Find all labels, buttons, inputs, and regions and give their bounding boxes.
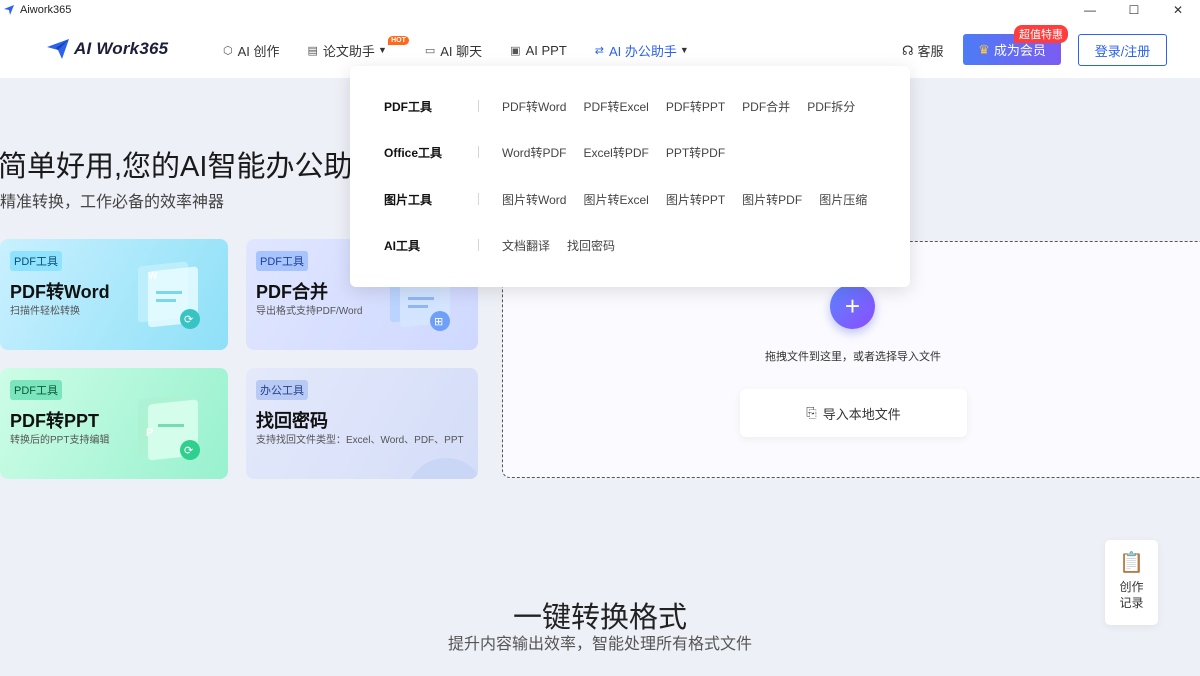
doc-icon: ▤ xyxy=(307,44,318,57)
menu-item[interactable]: PDF转Word xyxy=(502,98,566,115)
hero-title: 简单好用,您的AI智能办公助 xyxy=(0,151,353,183)
svg-text:P: P xyxy=(146,427,153,439)
nav-label: AI 办公助手 xyxy=(608,43,677,59)
dropdown-row-pdf: PDF工具 PDF转Word PDF转Excel PDF转PPT PDF合并 P… xyxy=(350,96,910,116)
card-title: 找回密码 xyxy=(256,411,328,431)
group-title: 图片工具 xyxy=(384,192,433,207)
svg-text:W: W xyxy=(148,271,158,282)
file-import-icon: ⎘ xyxy=(806,405,817,420)
window-title: Aiwork365 xyxy=(20,4,72,16)
card-tag: PDF工具 xyxy=(10,380,62,400)
card-tag: 办公工具 xyxy=(256,380,308,400)
import-label: 导入本地文件 xyxy=(822,406,901,422)
section-subtitle: 提升内容输出效率，智能处理所有格式文件 xyxy=(447,636,752,653)
chat-icon: ▭ xyxy=(424,44,436,57)
divider xyxy=(478,193,479,205)
hot-badge: HOT xyxy=(388,35,409,45)
svg-text:⊞: ⊞ xyxy=(434,316,443,328)
card-title: PDF转Word xyxy=(10,282,110,302)
menu-item[interactable]: PDF转Excel xyxy=(583,98,648,115)
menu-item[interactable]: PDF合并 xyxy=(742,98,790,115)
support-label: 客服 xyxy=(917,44,944,59)
svg-text:⟳: ⟳ xyxy=(184,445,193,457)
swap-icon: ⇄ xyxy=(594,44,604,57)
nav-label: 论文助手 xyxy=(322,43,375,59)
tool-card-pdf-to-ppt[interactable]: PDF工具 PDF转PPT 转换后的PPT支持编辑 P ⟳ xyxy=(0,368,228,479)
hero-subtitle: 精准转换，工作必备的效率神器 xyxy=(0,194,225,211)
ppt-document-icon: P ⟳ xyxy=(138,394,200,461)
divider xyxy=(478,239,479,251)
menu-item[interactable]: Word转PDF xyxy=(502,144,566,161)
nav-label: AI PPT xyxy=(525,42,567,58)
menu-item[interactable]: 图片转Excel xyxy=(583,191,648,208)
menu-item[interactable]: PDF转PPT xyxy=(666,98,725,115)
svg-text:⟳: ⟳ xyxy=(184,314,193,326)
card-desc: 扫描件轻松转换 xyxy=(10,306,80,317)
menu-item[interactable]: 图片转Word xyxy=(502,191,566,208)
tool-card-password-recovery[interactable]: 办公工具 找回密码 支持找回文件类型：Excel、Word、PDF、PPT xyxy=(246,368,478,479)
menu-item[interactable]: 找回密码 xyxy=(567,237,615,254)
menu-item[interactable]: 图片转PPT xyxy=(666,191,725,208)
card-desc: 转换后的PPT支持编辑 xyxy=(10,435,110,446)
cube-icon: ⬡ xyxy=(223,44,233,57)
dropdown-row-image: 图片工具 图片转Word 图片转Excel 图片转PPT 图片转PDF 图片压缩 xyxy=(350,189,910,209)
menu-item[interactable]: Excel转PDF xyxy=(583,144,648,161)
drop-hint: 拖拽文件到这里，或者选择导入文件 xyxy=(765,351,941,363)
divider xyxy=(478,146,479,158)
login-register-button[interactable]: 登录/注册 xyxy=(1078,34,1167,66)
card-tag: PDF工具 xyxy=(10,251,62,271)
add-file-button[interactable]: + xyxy=(830,284,875,329)
card-title: PDF合并 xyxy=(256,282,328,302)
plus-icon: + xyxy=(844,291,861,321)
import-local-file-button[interactable]: ⎘ 导入本地文件 xyxy=(740,389,967,437)
close-button[interactable]: ✕ xyxy=(1156,0,1200,20)
crown-icon: ♛ xyxy=(978,41,990,57)
window-titlebar: Aiwork365 — ☐ ✕ xyxy=(0,0,1200,20)
nav-label: AI 创作 xyxy=(237,43,280,59)
support-link[interactable]: ☊ 客服 xyxy=(902,41,944,60)
app-logo-icon xyxy=(4,5,14,15)
menu-item[interactable]: 文档翻译 xyxy=(502,237,550,254)
group-title: PDF工具 xyxy=(384,99,433,114)
nav-ai-office[interactable]: ⇄ AI 办公助手 ▼ xyxy=(595,41,689,60)
tool-card-pdf-to-word[interactable]: PDF工具 PDF转Word 扫描件轻松转换 W ⟳ xyxy=(0,239,228,350)
maximize-button[interactable]: ☐ xyxy=(1112,0,1156,20)
clipboard-icon: 📋 xyxy=(1119,552,1144,574)
card-title: PDF转PPT xyxy=(10,411,100,431)
card-tag: PDF工具 xyxy=(256,251,308,271)
nav-ai-chat[interactable]: ▭ AI 聊天 xyxy=(425,41,482,60)
divider xyxy=(478,100,479,112)
card-desc: 支持找回文件类型：Excel、Word、PDF、PPT xyxy=(256,435,464,446)
dropdown-row-ai: AI工具 文档翻译 找回密码 xyxy=(350,235,910,255)
headset-icon: ☊ xyxy=(902,42,914,58)
chevron-down-icon: ▼ xyxy=(679,45,689,55)
main-nav: ⬡ AI 创作 ▤ 论文助手 ▼ HOT ▭ AI 聊天 ▣ AI PPT ⇄ … xyxy=(223,35,717,60)
menu-item[interactable]: PPT转PDF xyxy=(666,144,725,161)
nav-ai-create[interactable]: ⬡ AI 创作 xyxy=(223,41,280,60)
nav-paper-assistant[interactable]: ▤ 论文助手 ▼ HOT xyxy=(307,35,409,60)
word-document-icon: W ⟳ xyxy=(138,261,200,329)
logo-text: AI Work365 xyxy=(74,39,169,58)
decorative-circle xyxy=(410,458,478,479)
group-title: AI工具 xyxy=(384,238,421,253)
group-title: Office工具 xyxy=(384,145,443,160)
dropdown-row-office: Office工具 Word转PDF Excel转PDF PPT转PDF xyxy=(350,142,910,162)
site-logo[interactable]: AI Work365 xyxy=(46,37,168,61)
chevron-down-icon: ▼ xyxy=(377,45,387,55)
menu-item[interactable]: 图片压缩 xyxy=(819,191,867,208)
nav-ai-ppt[interactable]: ▣ AI PPT xyxy=(510,43,567,58)
logo-icon xyxy=(47,39,69,59)
ppt-icon: ▣ xyxy=(510,44,521,57)
menu-item[interactable]: 图片转PDF xyxy=(742,191,802,208)
nav-label: AI 聊天 xyxy=(440,43,483,59)
minimize-button[interactable]: — xyxy=(1068,0,1112,20)
office-tools-dropdown: PDF工具 PDF转Word PDF转Excel PDF转PPT PDF合并 P… xyxy=(350,66,910,287)
menu-item[interactable]: PDF拆分 xyxy=(807,98,855,115)
promo-badge: 超值特惠 xyxy=(1014,25,1068,43)
card-desc: 导出格式支持PDF/Word xyxy=(256,306,363,317)
